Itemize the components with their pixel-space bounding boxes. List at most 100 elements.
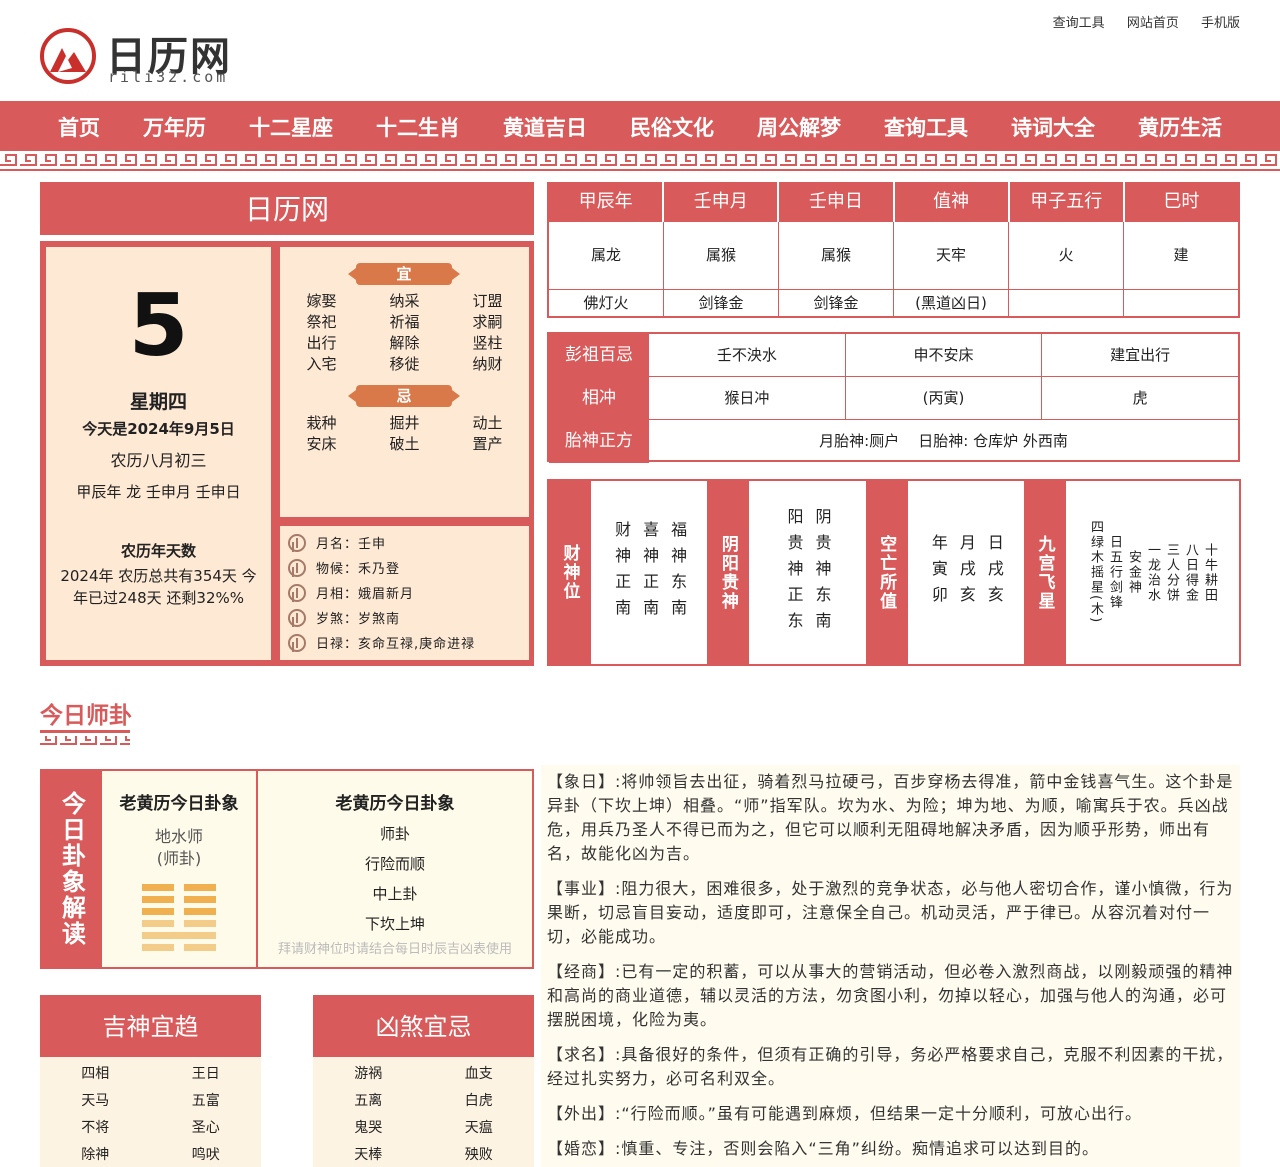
table-cell: 属猴 [664, 222, 779, 289]
xiongsha-item: 鬼哭 [354, 1120, 383, 1136]
xiongsha-item: 游祸 [354, 1066, 383, 1082]
day-number: 5 [128, 276, 189, 376]
today-date: 今天是2024年9月5日 [82, 420, 235, 438]
taishen-row: 胎神正方 月胎神:厕户 日胎神: 仓库炉 外西南 [549, 420, 1238, 463]
info-value: 娥眉新月 [358, 587, 415, 602]
xiongsha-list: 游祸 血支 五离 白虎 鬼哭 天瘟 天棒 殃败 [313, 1057, 534, 1167]
pengzu-cell: 猴日冲 [649, 377, 846, 419]
info-key: 月相： [316, 587, 359, 602]
jishen-item: 除神 [81, 1147, 110, 1163]
gua-line: 师卦 [379, 825, 410, 843]
pengzu-label: 相冲 [549, 377, 649, 419]
calendar-title: 日历网 [40, 182, 534, 235]
table-cell: 佛灯火 [549, 290, 664, 316]
yi-item: 竖柱 [472, 334, 503, 352]
block-col: 福神东南 [668, 520, 688, 625]
table-cell: (黑道凶日) [894, 290, 1009, 316]
link-query-tools[interactable]: 查询工具 [1053, 16, 1105, 31]
ji-item: 安床 [306, 435, 337, 453]
link-mobile[interactable]: 手机版 [1201, 16, 1240, 31]
nav-query-tools[interactable]: 查询工具 [884, 101, 968, 151]
jishen-title: 吉神宜趋 [40, 995, 261, 1057]
gua-panel: 今日卦象解读 老黄历今日卦象 地水师 (师卦) 老黄历今日卦象 师卦 行险而顺 … [40, 769, 534, 969]
gua-name: 地水师 [154, 827, 203, 846]
block-col: 月戌亥 [956, 533, 976, 612]
xiongsha-item: 殃败 [464, 1147, 493, 1163]
pengzu-table: 彭祖百忌 壬不泱水 申不安床 建宜出行 相冲 猴日冲 (丙寅) 虎 胎神正方 月… [547, 332, 1240, 463]
compass-icon [288, 583, 306, 602]
table-cell: 属龙 [549, 222, 664, 289]
jishen-item: 鸣吠 [191, 1147, 220, 1163]
table-head-cell: 甲子五行 [1010, 182, 1125, 222]
block-label: 空亡所值 [865, 481, 908, 664]
nav-almanac-life[interactable]: 黄历生活 [1138, 101, 1222, 151]
gua-middle: 老黄历今日卦象 地水师 (师卦) [102, 771, 258, 967]
link-home[interactable]: 网站首页 [1127, 16, 1179, 31]
jishen-item: 四相 [81, 1066, 110, 1082]
gua-note: 拜请财神位时请结合每日时辰吉凶表使用 [277, 942, 512, 957]
table-head-cell: 值神 [895, 182, 1010, 222]
yi-item: 入宅 [306, 355, 337, 373]
date-panel: 5 星期四 今天是2024年9月5日 农历八月初三 甲辰年 龙 壬申月 壬申日 … [40, 241, 534, 666]
top-links: 查询工具 网站首页 手机版 [1035, 12, 1240, 31]
nav-zodiac-signs[interactable]: 十二星座 [249, 101, 333, 151]
nav-folk-culture[interactable]: 民俗文化 [630, 101, 714, 151]
info-value: 禾乃登 [358, 562, 401, 577]
xiangchong-row: 相冲 猴日冲 (丙寅) 虎 [549, 377, 1238, 420]
compass-icon [288, 533, 306, 552]
block-col: 八日得金 [1182, 542, 1198, 603]
yi-ji-panel: 宜 嫁娶 纳采 订盟 祭祀 祈福 求嗣 出行 解除 竖柱 入宅 移徙 纳财 忌 … [280, 247, 529, 517]
compass-icon [288, 608, 306, 627]
gua-line: 下坎上坤 [364, 915, 425, 933]
yi-item: 移徙 [389, 355, 420, 373]
date-summary: 5 星期四 今天是2024年9月5日 农历八月初三 甲辰年 龙 壬申月 壬申日 … [46, 247, 271, 660]
xiongsha-item: 血支 [464, 1066, 493, 1082]
pengzu-row: 彭祖百忌 壬不泱水 申不安床 建宜出行 [549, 334, 1238, 377]
info-value: 亥命互禄,庚命进禄 [358, 637, 476, 652]
ji-label: 忌 [348, 385, 460, 407]
pengzu-label: 彭祖百忌 [549, 334, 649, 376]
nav-dream-interpretation[interactable]: 周公解梦 [757, 101, 841, 151]
info-value: 壬申 [358, 537, 387, 552]
yeardays-title: 农历年天数 [120, 542, 196, 560]
yi-item: 出行 [306, 334, 337, 352]
xiongsha-item: 五离 [354, 1093, 383, 1109]
yi-item: 嫁娶 [306, 292, 337, 310]
yeardays-text: 2024年 农历总共有354天 今年已过248天 还剩32%% [60, 567, 257, 607]
jishen-item: 不将 [81, 1120, 110, 1136]
xiongsha-item: 白虎 [464, 1093, 493, 1109]
yi-item: 求嗣 [472, 313, 503, 331]
info-key: 月名： [316, 537, 359, 552]
block-col: 日五行剑锋 [1106, 535, 1122, 610]
gua-head: 老黄历今日卦象 [119, 794, 239, 814]
jishen-item: 王日 [191, 1066, 220, 1082]
block-content: 四绿木摇星(木) 日五行剑锋 安金神 一龙治水 三人分饼 八日得金 十牛耕田 [1066, 481, 1239, 664]
nav-home[interactable]: 首页 [58, 101, 100, 151]
nav-auspicious-days[interactable]: 黄道吉日 [503, 101, 587, 151]
block-col: 日戌亥 [984, 533, 1004, 612]
main-nav: 首页 万年历 十二星座 十二生肖 黄道吉日 民俗文化 周公解梦 查询工具 诗词大… [0, 101, 1280, 151]
yi-item: 解除 [389, 334, 420, 352]
ji-list: 栽种 掘井 动土 安床 破土 置产 [280, 413, 529, 455]
gua-line: 中上卦 [372, 885, 418, 903]
block-content: 财神正南 喜神正南 福神东南 [591, 481, 707, 664]
table-cell: 天牢 [894, 222, 1009, 289]
nav-poetry[interactable]: 诗词大全 [1011, 101, 1095, 151]
pengzu-cell: 壬不泱水 [649, 334, 846, 376]
block-col: 十牛耕田 [1201, 542, 1217, 603]
info-row: 月相： 娥眉新月 [280, 580, 529, 605]
table-cell [1009, 290, 1124, 316]
gua-right: 老黄历今日卦象 师卦 行险而顺 中上卦 下坎上坤 拜请财神位时请结合每日时辰吉凶… [258, 771, 532, 967]
paragraph: 【求名】:具备很好的条件，但须有正确的引导，务必严格要求自己，克服不利因素的干扰… [547, 1045, 1234, 1088]
info-list: 月名： 壬申 物候： 禾乃登 月相： 娥眉新月 岁煞： 岁煞南 日禄： 亥命互禄,庚命进禄 [280, 526, 529, 660]
direction-blocks: 财神位 财神正南 喜神正南 福神东南 阴阳贵神 阳贵神正东 阴贵神东南 空亡所值… [547, 479, 1241, 666]
table-head-cell: 壬申日 [779, 182, 895, 222]
jishen-item: 圣心 [191, 1120, 220, 1136]
block-content: 阳贵神正东 阴贵神东南 [749, 481, 865, 664]
nav-chinese-zodiac[interactable]: 十二生肖 [376, 101, 460, 151]
xiongsha-item: 天棒 [354, 1147, 383, 1163]
table-cell: 剑锋金 [664, 290, 779, 316]
fret-border [0, 151, 1280, 171]
table-row: 属龙 属猴 属猴 天牢 火 建 [549, 222, 1238, 289]
nav-calendar[interactable]: 万年历 [143, 101, 206, 151]
